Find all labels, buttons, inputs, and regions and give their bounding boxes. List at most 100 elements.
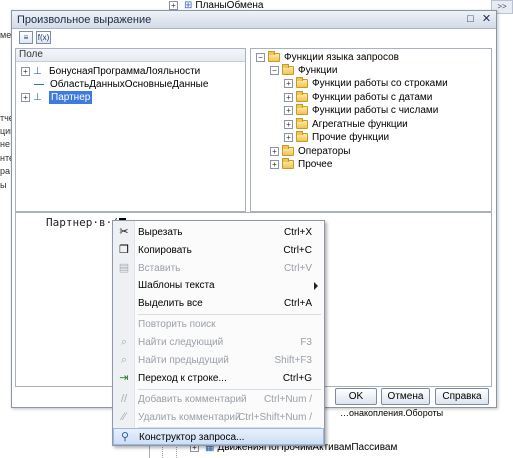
expand-icon[interactable]: +	[284, 93, 293, 102]
function-tree-label: Функции работы с датами	[312, 92, 433, 103]
field-icon: ⊥	[33, 65, 42, 77]
dialog-toolbar: ≡ f(x)	[12, 29, 496, 47]
menu-item-find-previous[interactable]: ⌕ Найти предыдущий Shift+F3	[113, 352, 324, 369]
functions-panel: − Функции языка запросов − Функции + Фун…	[250, 48, 492, 212]
menu-item-label: Вырезать	[138, 227, 183, 238]
function-tree-root[interactable]: − Функции языка запросов	[256, 51, 399, 64]
expand-icon[interactable]: +	[169, 1, 178, 10]
menu-item-text-templates[interactable]: Шаблоны текста	[113, 277, 324, 294]
field-item[interactable]: + ⊥ БонуснаяПрограммаЛояльности	[21, 65, 200, 78]
menu-item-label: Удалить комментарий	[138, 412, 241, 423]
function-tree-label: Агрегатные функции	[312, 119, 408, 130]
submenu-arrow-icon	[314, 282, 318, 290]
expand-icon[interactable]: +	[270, 147, 279, 156]
expression-text-content: Партнер·в·(	[46, 216, 119, 229]
function-tree-node[interactable]: + Функции работы с датами	[284, 91, 432, 104]
function-tree-label: Функции работы с числами	[312, 105, 439, 116]
find-next-icon: ⌕	[120, 336, 128, 348]
function-tree-node[interactable]: + Агрегатные функции	[284, 118, 408, 131]
expand-icon[interactable]: +	[284, 79, 293, 88]
folder-icon	[296, 77, 308, 88]
field-icon: ⊥	[33, 91, 42, 103]
function-tree-label: Функции языка запросов	[284, 52, 399, 63]
fields-panel-header: Поле	[16, 49, 245, 62]
find-prev-icon: ⌕	[120, 354, 128, 366]
function-tree-node[interactable]: + Функции работы со строками	[284, 77, 448, 90]
collapse-icon[interactable]: −	[256, 53, 265, 62]
menu-item-shortcut: Ctrl+X	[283, 227, 312, 238]
menu-item-copy[interactable]: ❐ Копировать Ctrl+C	[113, 242, 324, 259]
close-icon[interactable]: ✕	[480, 13, 493, 26]
background-fragment: ра	[0, 166, 11, 176]
folder-icon	[268, 51, 280, 62]
function-tree-label: Прочие функции	[312, 132, 390, 143]
background-tree-item[interactable]: …онакопления.Обороты	[340, 408, 443, 418]
menu-item-shortcut: Ctrl+G	[282, 373, 312, 384]
function-tree-label: Прочее	[298, 159, 333, 170]
menu-separator	[138, 314, 321, 315]
menu-item-cut[interactable]: ✂ Вырезать Ctrl+X	[113, 224, 324, 241]
menu-separator	[138, 389, 321, 390]
menu-item-label: Найти предыдущий	[138, 355, 229, 366]
menu-item-goto-line[interactable]: ⇥ Переход к строке... Ctrl+G	[113, 370, 324, 387]
copy-icon: ❐	[119, 244, 129, 256]
menu-item-repeat-search[interactable]: Повторить поиск	[113, 316, 324, 333]
context-menu: ✂ Вырезать Ctrl+X ❐ Копировать Ctrl+C ▤ …	[112, 220, 325, 446]
folder-icon	[296, 131, 308, 142]
help-button[interactable]: Справка	[435, 388, 489, 405]
dialog-title: Произвольное выражение	[17, 14, 152, 26]
menu-item-shortcut: Ctrl+C	[283, 245, 312, 256]
expand-icon[interactable]: +	[270, 160, 279, 169]
field-item[interactable]: — ОбластьДанныхОсновныеДанные	[34, 78, 208, 91]
menu-item-query-builder[interactable]: ⚲ Конструктор запроса...	[113, 428, 324, 445]
menu-item-select-all[interactable]: Выделить все Ctrl+A	[113, 295, 324, 312]
expand-icon[interactable]: +	[21, 67, 30, 76]
folder-icon	[282, 158, 294, 169]
menu-item-shortcut: Ctrl+V	[283, 263, 312, 274]
background-fragment: не	[0, 139, 10, 149]
dialog-titlebar[interactable]: Произвольное выражение □ ✕	[12, 11, 496, 29]
expand-icon[interactable]: +	[21, 93, 30, 102]
menu-item-shortcut: F3	[300, 337, 312, 348]
menu-item-remove-comment[interactable]: ⁄⁄ Удалить комментарий Ctrl+Shift+Num /	[113, 409, 324, 426]
menu-item-shortcut: Ctrl+Shift+Num /	[238, 412, 312, 423]
folder-icon	[296, 104, 308, 115]
paste-icon: ▤	[118, 262, 130, 274]
function-tree-node[interactable]: + Прочее	[270, 158, 332, 171]
menu-item-paste[interactable]: ▤ Вставить Ctrl+V	[113, 260, 324, 277]
function-tree-node[interactable]: + Прочие функции	[284, 131, 389, 144]
menu-item-shortcut: Ctrl+Num /	[263, 394, 312, 405]
restore-icon[interactable]: □	[464, 13, 477, 26]
cancel-button[interactable]: Отмена	[381, 388, 430, 405]
expand-icon[interactable]: +	[284, 133, 293, 142]
function-tree-node[interactable]: + Функции работы с числами	[284, 104, 438, 117]
expand-icon[interactable]: +	[284, 106, 293, 115]
list-view-icon[interactable]: ≡	[19, 31, 33, 44]
folder-icon	[296, 118, 308, 129]
menu-item-label: Копировать	[138, 245, 192, 256]
expand-icon[interactable]: +	[284, 120, 293, 129]
function-tree-node[interactable]: + Операторы	[270, 145, 350, 158]
menu-item-label: Выделить все	[138, 298, 203, 309]
background-tree-label: …онакопления.Обороты	[340, 408, 444, 418]
menu-item-label: Повторить поиск	[138, 319, 216, 330]
query-builder-icon: ⚲	[120, 431, 130, 443]
field-label: ОбластьДанныхОсновныеДанные	[50, 79, 209, 90]
menu-item-label: Добавить комментарий	[138, 394, 247, 405]
menu-item-add-comment[interactable]: // Добавить комментарий Ctrl+Num /	[113, 391, 324, 408]
menu-item-label: Вставить	[138, 263, 181, 274]
field-item-selected[interactable]: + ⊥ Партнер	[21, 91, 93, 104]
background-fragment: ы	[0, 180, 7, 190]
ok-button[interactable]: OK	[335, 388, 377, 405]
function-icon[interactable]: f(x)	[36, 31, 51, 44]
folder-icon	[282, 145, 294, 156]
menu-item-label: Найти следующий	[138, 337, 224, 348]
comment-add-icon: //	[120, 393, 128, 405]
attribute-icon: —	[34, 78, 44, 90]
collapse-icon[interactable]: −	[270, 66, 279, 75]
menu-item-find-next[interactable]: ⌕ Найти следующий F3	[113, 334, 324, 351]
menu-item-label: Переход к строке...	[138, 373, 227, 384]
function-tree-node[interactable]: − Функции	[270, 64, 337, 77]
menu-item-shortcut: Ctrl+A	[283, 298, 312, 309]
menu-item-label: Конструктор запроса...	[139, 432, 245, 443]
